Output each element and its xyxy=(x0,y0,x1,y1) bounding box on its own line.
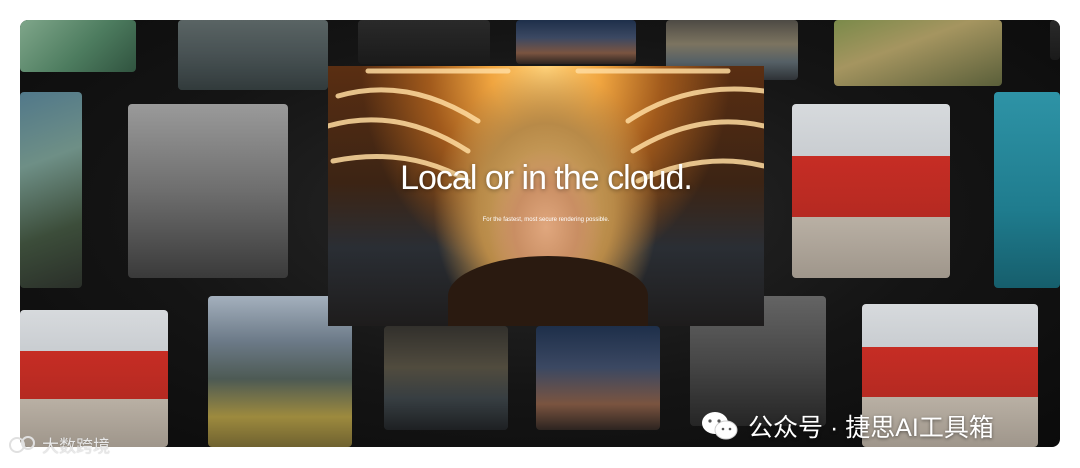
gallery-tile xyxy=(792,104,950,278)
gallery-tile xyxy=(128,104,288,278)
wechat-icon xyxy=(702,412,738,440)
gallery-tile xyxy=(516,20,636,64)
gallery-tile xyxy=(536,326,660,430)
hero-title: Local or in the cloud. xyxy=(400,159,693,197)
gallery-tile xyxy=(20,310,168,447)
chat-bubble-icon xyxy=(9,435,35,453)
watermark-right-text: 公众号 · 捷思AI工具箱 xyxy=(748,414,994,442)
gallery-tile xyxy=(178,20,328,90)
gallery-tile xyxy=(20,20,136,72)
hero-subtitle: For the fastest, most secure rendering p… xyxy=(482,217,610,223)
gallery-frame: Local or in the cloud. For the fastest, … xyxy=(20,20,1060,447)
gallery-tile xyxy=(20,92,82,288)
watermark-left-text: 大数跨境 xyxy=(42,437,110,456)
gallery-tile xyxy=(994,92,1060,288)
watermark-left: 大数跨境 xyxy=(8,432,110,457)
gallery-tile xyxy=(358,20,490,64)
gallery-tile xyxy=(384,326,508,430)
gallery-tile xyxy=(1050,20,1060,60)
hero-image: Local or in the cloud. For the fastest, … xyxy=(328,66,764,326)
watermark-right: 公众号 · 捷思AI工具箱 xyxy=(700,408,994,444)
subject-shoulders xyxy=(448,256,648,326)
gallery-tile xyxy=(834,20,1002,86)
